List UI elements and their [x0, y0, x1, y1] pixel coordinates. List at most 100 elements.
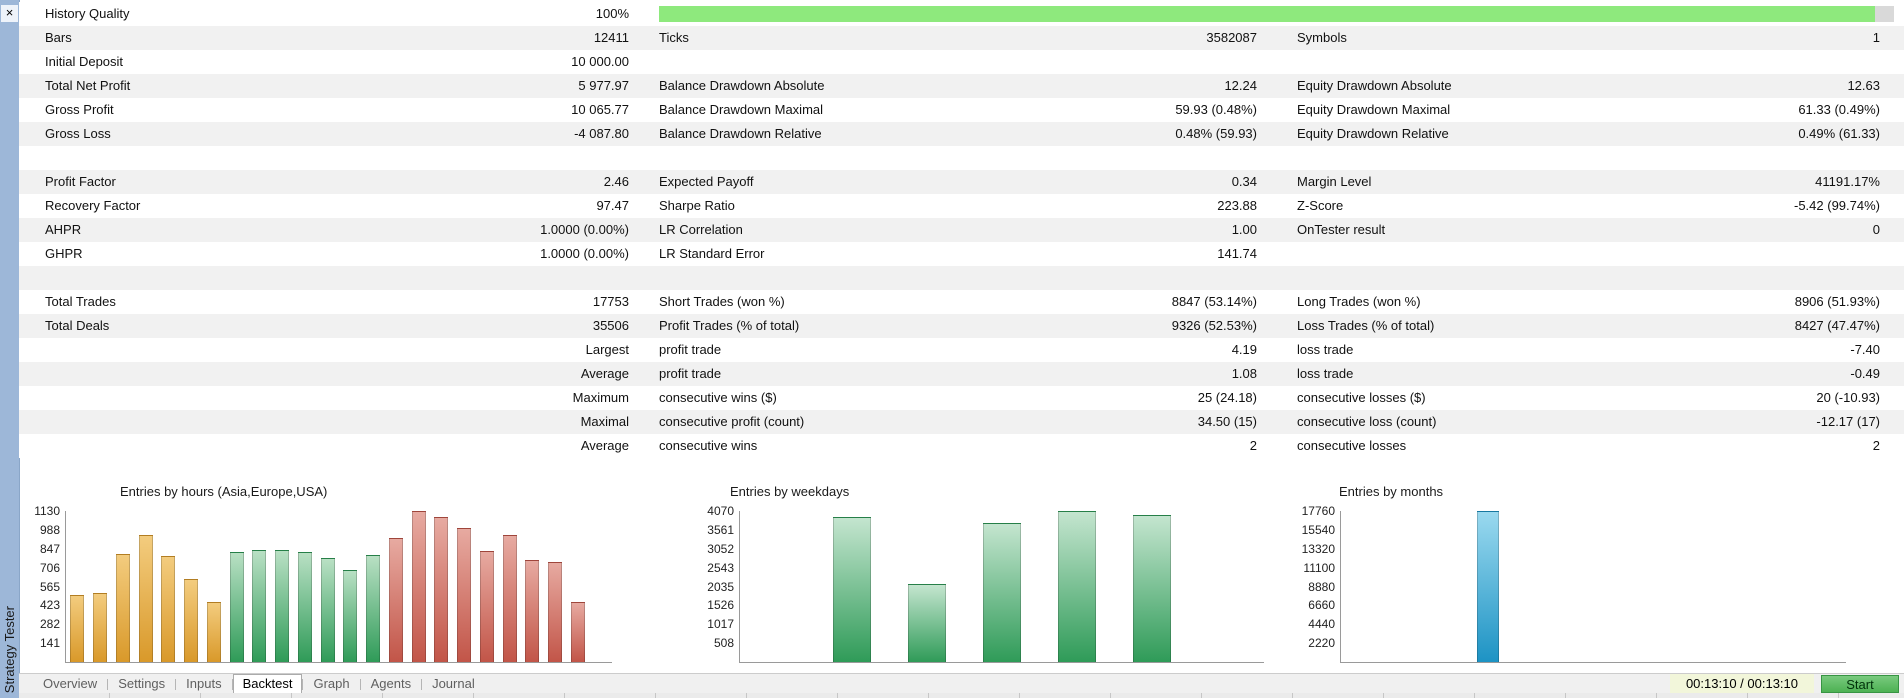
- stat-value: Largest: [585, 342, 629, 357]
- report-row[interactable]: Total Trades 17753 Short Trades (won %) 884…: [19, 290, 1904, 314]
- y-axis-label: 17760: [1301, 504, 1335, 518]
- stat-label: Long Trades (won %): [1297, 294, 1421, 309]
- y-axis-label: 508: [713, 636, 734, 650]
- report-row[interactable]: Largest profit trade 4.19 loss trade -7.40: [19, 338, 1904, 362]
- y-axis-label: 141: [39, 636, 60, 650]
- tab-settings[interactable]: Settings: [108, 674, 175, 694]
- y-axis-label: 2543: [707, 561, 734, 575]
- chart-bar: [983, 523, 1021, 662]
- stat-label: consecutive loss (count): [1297, 414, 1437, 429]
- stat-label: LR Standard Error: [659, 246, 765, 261]
- report-row[interactable]: Average consecutive wins 2 consecutive loss…: [19, 434, 1904, 458]
- tab-inputs[interactable]: Inputs: [176, 674, 231, 694]
- report-row[interactable]: Gross Loss -4 087.80 Balance Drawdown Rela…: [19, 122, 1904, 146]
- entries-by-weekdays-chart: Entries by weekdays 4070 3561 3052 2543 2035 1…: [694, 484, 1284, 684]
- report-table: History Quality 100% Bars 12411 Ticks 35820…: [19, 0, 1904, 458]
- history-quality-row[interactable]: History Quality 100%: [19, 2, 1904, 26]
- chart-bar: [229, 552, 244, 662]
- stat-value: 3582087: [1206, 30, 1257, 45]
- chart-bar: [457, 528, 472, 662]
- stat-value: 10 000.00: [571, 54, 629, 69]
- y-axis-label: 847: [39, 542, 60, 556]
- stat-value: 97.47: [596, 198, 629, 213]
- stat-value: 2.46: [603, 174, 629, 189]
- close-icon[interactable]: ×: [1, 5, 18, 22]
- stat-value: 1.00: [1231, 222, 1257, 237]
- bottom-grip-strip: [19, 693, 1904, 698]
- chart-bar: [548, 562, 563, 662]
- report-row[interactable]: Average profit trade 1.08 loss trade -0.49: [19, 362, 1904, 386]
- stat-value: Maximum: [572, 390, 629, 405]
- report-row[interactable]: Total Deals 35506 Profit Trades (% of tota…: [19, 314, 1904, 338]
- y-axis-label: 11100: [1303, 561, 1335, 575]
- chart-bar: [411, 511, 426, 662]
- stat-value: 34.50 (15): [1197, 414, 1257, 429]
- y-axis-label: 6660: [1308, 598, 1335, 612]
- stat-value: 100%: [595, 6, 629, 21]
- chart-bar: [161, 556, 176, 662]
- stat-label: Short Trades (won %): [659, 294, 785, 309]
- stat-label: Margin Level: [1297, 174, 1372, 189]
- stat-value: 0.48% (59.93): [1175, 126, 1257, 141]
- tab-overview[interactable]: Overview: [33, 674, 107, 694]
- stat-value: 61.33 (0.49%): [1798, 102, 1880, 117]
- stat-value: 1.0000 (0.00%): [540, 222, 629, 237]
- tab-backtest[interactable]: Backtest: [232, 674, 303, 694]
- stat-value: 12.63: [1847, 78, 1880, 93]
- stat-value: Average: [580, 438, 629, 453]
- tab-graph[interactable]: Graph: [303, 674, 359, 694]
- history-quality-progress: [659, 6, 1894, 22]
- chart-plot-area: [1340, 511, 1846, 663]
- stat-value: 59.93 (0.48%): [1175, 102, 1257, 117]
- y-axis-label: 4070: [707, 504, 734, 518]
- stat-value: 2: [1249, 438, 1257, 453]
- stat-label: Initial Deposit: [45, 54, 124, 69]
- stat-label: Gross Loss: [45, 126, 111, 141]
- start-button[interactable]: Start: [1821, 675, 1899, 693]
- chart-bar: [570, 602, 585, 662]
- report-row[interactable]: Profit Factor 2.46 Expected Payoff 0.34 Marg…: [19, 170, 1904, 194]
- stat-value: 9326 (52.53%): [1171, 318, 1257, 333]
- chart-plot-area: [739, 511, 1264, 663]
- stat-label: consecutive wins: [659, 438, 758, 453]
- chart-title: Entries by months: [1339, 484, 1444, 499]
- report-row[interactable]: Maximum consecutive wins ($) 25 (24.18) con…: [19, 386, 1904, 410]
- report-row[interactable]: Initial Deposit 10 000.00: [19, 50, 1904, 74]
- stat-value: Maximal: [580, 414, 629, 429]
- history-quality-progress-fill: [659, 6, 1876, 22]
- stat-label: Balance Drawdown Absolute: [659, 78, 825, 93]
- stat-label: Sharpe Ratio: [659, 198, 735, 213]
- stat-value: 1: [1872, 30, 1880, 45]
- report-row[interactable]: Maximal consecutive profit (count) 34.50 (…: [19, 410, 1904, 434]
- report-row[interactable]: Recovery Factor 97.47 Sharpe Ratio 223.88 Z-…: [19, 194, 1904, 218]
- stat-label: Profit Factor: [45, 174, 116, 189]
- y-axis-label: 4440: [1308, 617, 1335, 631]
- stat-value: 8427 (47.47%): [1794, 318, 1880, 333]
- chart-bar: [70, 595, 85, 662]
- stat-value: 25 (24.18): [1197, 390, 1257, 405]
- stat-value: 1.0000 (0.00%): [540, 246, 629, 261]
- report-row[interactable]: Bars 12411 Ticks 3582087 Symbols 1: [19, 26, 1904, 50]
- report-rows: Bars 12411 Ticks 3582087 Symbols 1 Initial Dep…: [19, 26, 1904, 458]
- chart-bar: [252, 550, 267, 662]
- stat-label: consecutive profit (count): [659, 414, 805, 429]
- stat-value: 1.08: [1231, 366, 1257, 381]
- report-row[interactable]: Total Net Profit 5 977.97 Balance Drawdown…: [19, 74, 1904, 98]
- stat-label: profit trade: [659, 342, 722, 357]
- report-spacer-row: [19, 266, 1904, 290]
- chart-plot-area: [65, 511, 612, 663]
- panel-title: Strategy Tester: [2, 605, 17, 693]
- entries-by-hours-chart: Entries by hours (Asia,Europe,USA) 1130 98…: [20, 484, 660, 684]
- stat-value: 12.24: [1224, 78, 1257, 93]
- tab-journal[interactable]: Journal: [422, 674, 485, 694]
- tab-bar: Overview Settings Inputs Backtest Graph Agent…: [19, 673, 1904, 694]
- report-row[interactable]: Gross Profit 10 065.77 Balance Drawdown Ma…: [19, 98, 1904, 122]
- report-row[interactable]: GHPR 1.0000 (0.00%) LR Standard Error 141.7…: [19, 242, 1904, 266]
- chart-bar: [388, 538, 403, 662]
- stat-label: loss trade: [1297, 366, 1354, 381]
- tab-agents[interactable]: Agents: [361, 674, 421, 694]
- report-row[interactable]: AHPR 1.0000 (0.00%) LR Correlation 1.00 OnTe…: [19, 218, 1904, 242]
- stat-label: consecutive wins ($): [659, 390, 777, 405]
- chart-bar: [833, 517, 872, 662]
- stat-label: OnTester result: [1297, 222, 1386, 237]
